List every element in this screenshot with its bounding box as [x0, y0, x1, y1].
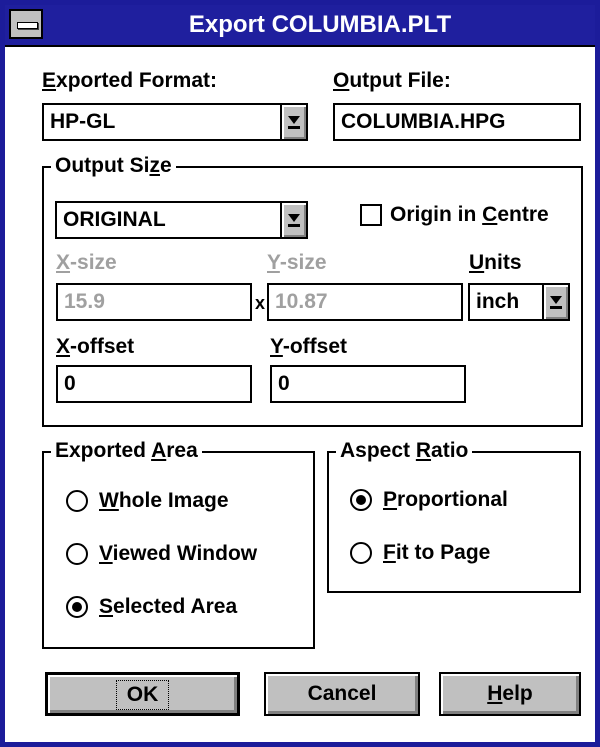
- aspect-ratio-legend: Aspect Ratio: [336, 439, 473, 463]
- cancel-button[interactable]: Cancel: [264, 672, 420, 716]
- selected-area-radio[interactable]: [65, 595, 89, 619]
- units-value: inch: [476, 290, 520, 313]
- ok-button[interactable]: OK: [45, 672, 240, 716]
- dropdown-arrow-icon[interactable]: [280, 105, 306, 139]
- origin-in-centre-label[interactable]: Origin in Centre: [390, 203, 549, 227]
- proportional-label[interactable]: Proportional: [383, 488, 508, 512]
- output-file-label: Output File:: [333, 69, 451, 92]
- units-label: Units: [469, 251, 522, 274]
- whole-image-label[interactable]: Whole Image: [99, 489, 229, 513]
- title-bar[interactable]: Export COLUMBIA.PLT: [5, 5, 595, 47]
- viewed-window-label[interactable]: Viewed Window: [99, 542, 257, 566]
- fit-to-page-label[interactable]: Fit to Page: [383, 541, 490, 565]
- ok-button-label: OK: [115, 680, 170, 710]
- selected-area-label[interactable]: Selected Area: [99, 595, 237, 619]
- x-size-label: X-size: [56, 251, 117, 274]
- y-offset-label: Y-offset: [270, 335, 348, 358]
- help-button-label: Help: [487, 682, 533, 705]
- window-title: Export COLUMBIA.PLT: [188, 11, 452, 38]
- y-offset-input[interactable]: 0: [270, 365, 466, 403]
- fit-to-page-radio[interactable]: [349, 541, 373, 565]
- cancel-button-label: Cancel: [307, 682, 377, 705]
- x-offset-input[interactable]: 0: [56, 365, 252, 403]
- exported-format-label: Exported Format:: [42, 69, 218, 92]
- dropdown-arrow-icon[interactable]: [280, 203, 306, 237]
- output-file-value: COLUMBIA.HPG: [341, 110, 506, 133]
- y-offset-value: 0: [278, 372, 290, 395]
- whole-image-radio[interactable]: [65, 489, 89, 513]
- output-file-input[interactable]: COLUMBIA.HPG: [333, 103, 581, 141]
- x-offset-label: X-offset: [56, 335, 135, 358]
- output-size-select[interactable]: ORIGINAL: [55, 201, 308, 239]
- dropdown-arrow-icon[interactable]: [542, 285, 568, 319]
- help-button[interactable]: Help: [439, 672, 581, 716]
- aspect-ratio-group: [327, 451, 581, 593]
- output-size-legend: Output Size: [51, 154, 176, 178]
- exported-format-value: HP-GL: [50, 110, 116, 133]
- origin-in-centre-checkbox[interactable]: [360, 204, 382, 226]
- system-menu-icon[interactable]: [9, 9, 43, 39]
- x-size-input[interactable]: 15.9: [56, 283, 252, 321]
- units-select[interactable]: inch: [468, 283, 570, 321]
- y-size-input[interactable]: 10.87: [267, 283, 463, 321]
- export-dialog: Export COLUMBIA.PLT Exported Format: HP-…: [0, 0, 600, 747]
- exported-format-select[interactable]: HP-GL: [42, 103, 308, 141]
- y-size-value: 10.87: [275, 290, 328, 313]
- x-size-value: 15.9: [64, 290, 105, 313]
- x-offset-value: 0: [64, 372, 76, 395]
- y-size-label: Y-size: [267, 251, 327, 274]
- viewed-window-radio[interactable]: [65, 542, 89, 566]
- proportional-radio[interactable]: [349, 488, 373, 512]
- times-sign: x: [255, 293, 266, 313]
- output-size-value: ORIGINAL: [63, 208, 166, 231]
- exported-area-legend: Exported Area: [51, 439, 202, 463]
